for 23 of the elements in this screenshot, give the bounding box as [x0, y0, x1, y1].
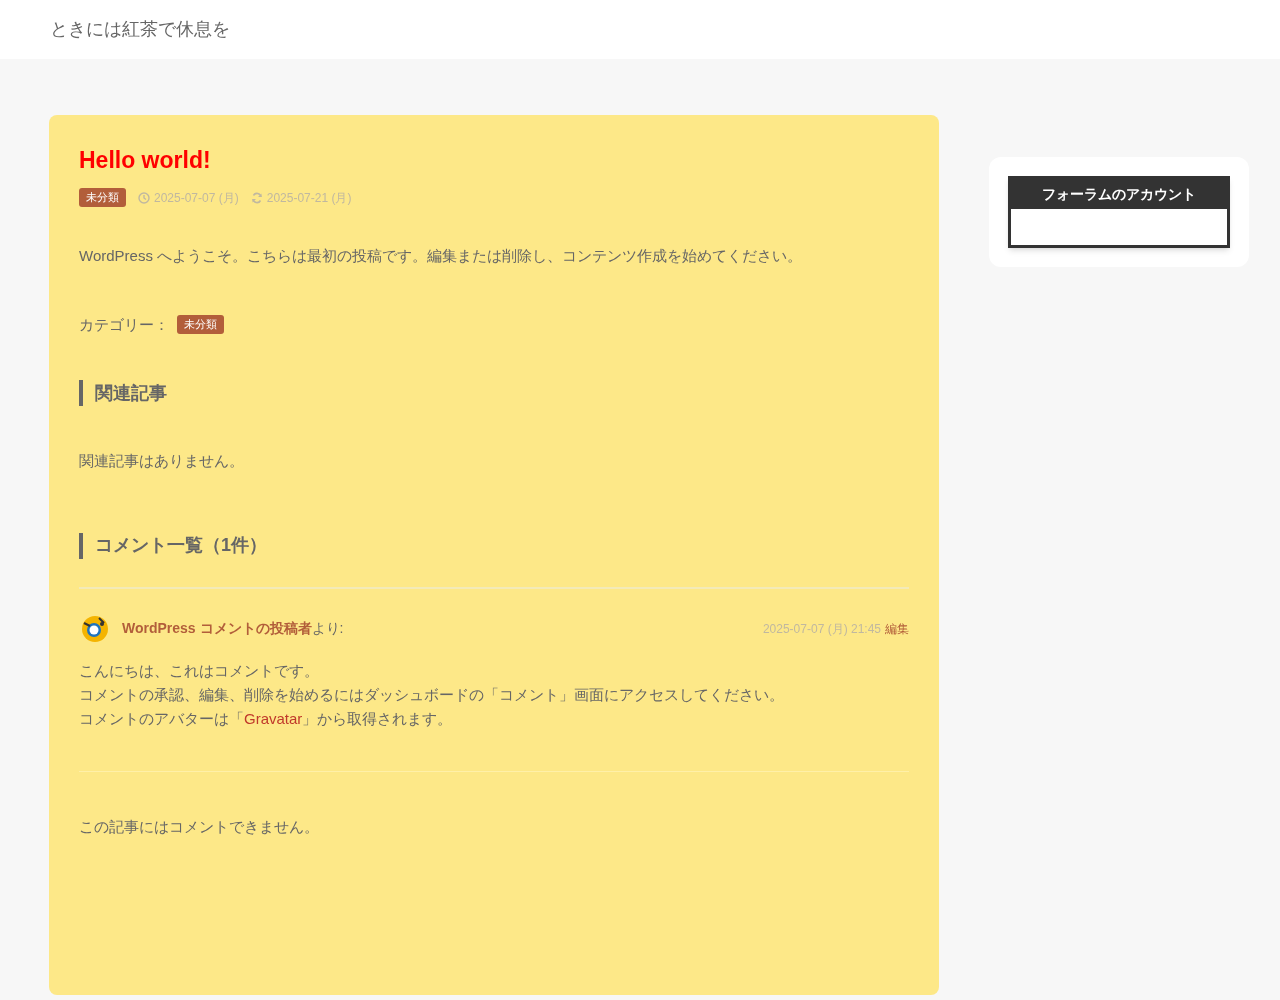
post-body: WordPress へようこそ。こちらは最初の投稿です。編集または削除し、コンテンツ作成を始めてください。: [79, 246, 804, 266]
category-tag[interactable]: 未分類: [79, 188, 126, 207]
comment-date: 2025-07-07 (月) 21:45: [762, 620, 881, 638]
no-related-text: 関連記事はありません。: [79, 451, 245, 471]
clock-icon: [138, 191, 150, 204]
comment-author-link[interactable]: WordPress コメントの投稿者: [122, 618, 312, 639]
category-tag[interactable]: 未分類: [177, 315, 224, 335]
gravatar-link[interactable]: Gravatar: [244, 709, 303, 727]
section-heading: コメント一覧（1件）: [95, 534, 267, 557]
comment-text: コメントのアバターは「Gravatar」から取得されます。: [79, 708, 454, 729]
comment-text: コメントの承認、編集、削除を始めるにはダッシュボードの「コメント」画面にアクセスしてください。: [79, 684, 785, 705]
comment-text: こんにちは、これはコメントです。: [79, 660, 320, 681]
refresh-icon: [250, 191, 263, 204]
comments-closed-text: この記事にはコメントできません。: [79, 816, 320, 837]
comment-author-suffix: より:: [311, 619, 344, 638]
edit-link[interactable]: 編集: [885, 619, 909, 638]
post-title: Hello world!: [79, 146, 212, 175]
published-date: 2025-07-07 (月): [154, 189, 239, 207]
updated-date: 2025-07-21 (月): [266, 189, 352, 207]
site-title[interactable]: ときには紅茶で休息を: [50, 16, 230, 43]
section-heading: 関連記事: [95, 381, 167, 405]
widget-title: フォーラムのアカウント: [1011, 179, 1227, 209]
category-label: カテゴリー：: [79, 314, 169, 335]
